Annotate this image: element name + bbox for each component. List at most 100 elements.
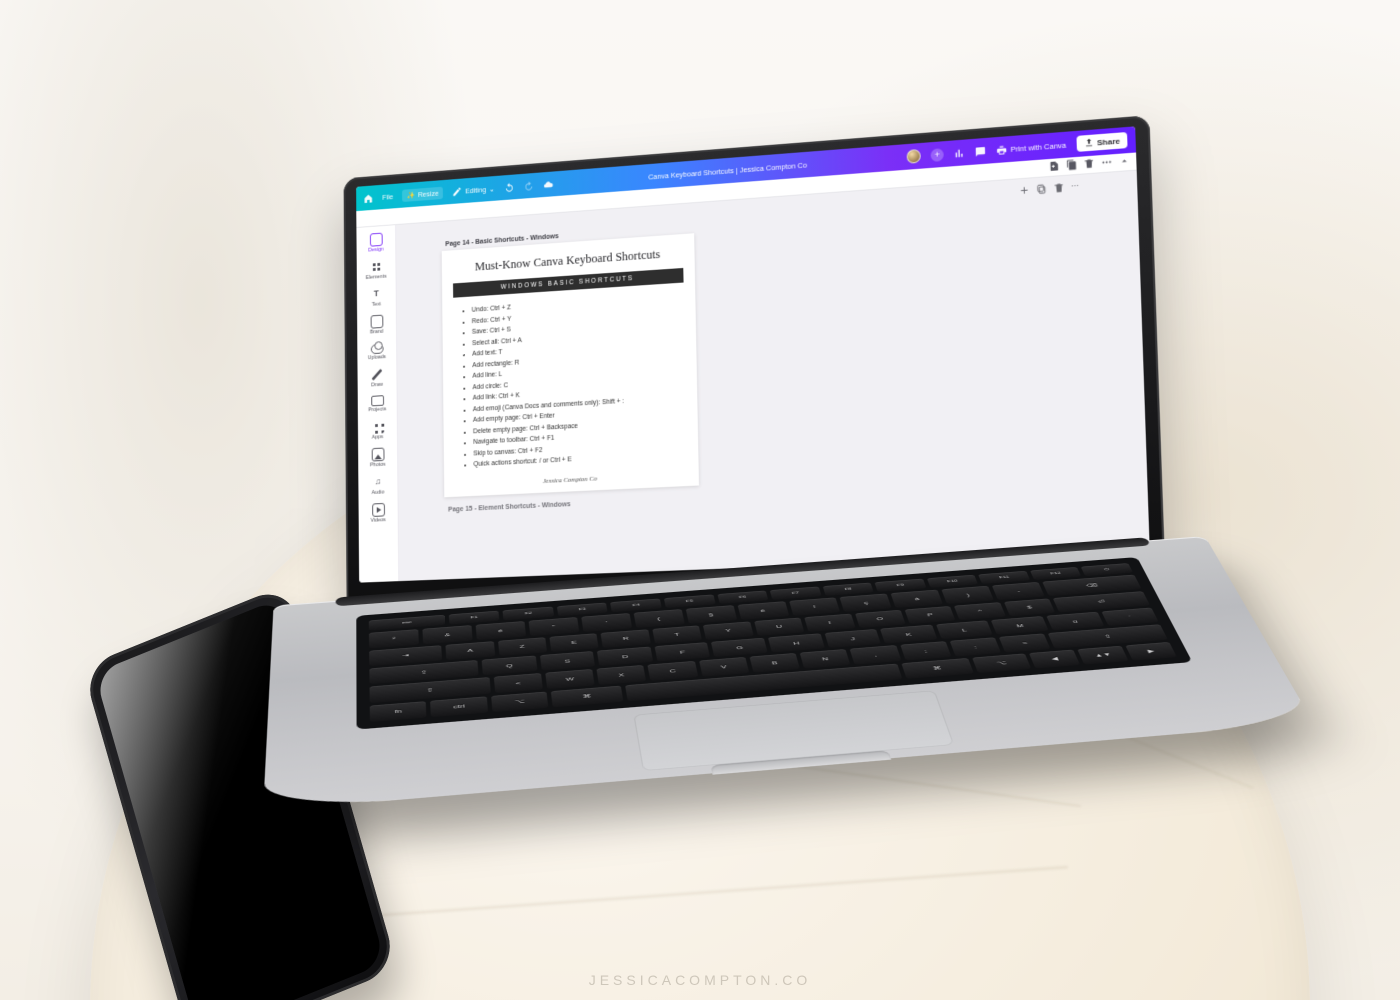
text-icon	[370, 287, 383, 301]
sidebar-item-photos[interactable]: Photos	[358, 444, 397, 472]
sidebar-item-label: Draw	[371, 382, 383, 388]
page-tool-duplicate[interactable]	[1036, 183, 1048, 197]
print-with-canva-button[interactable]: Print with Canva	[996, 139, 1066, 155]
keyboard-key: E	[549, 633, 599, 652]
editing-menu[interactable]: Editing ⌄	[452, 183, 494, 197]
sidebar-item-brand[interactable]: Brand	[357, 311, 396, 339]
page-tool-more[interactable]: ⋯	[1071, 181, 1080, 195]
sidebar-item-apps[interactable]: Apps	[358, 416, 397, 444]
keyboard-key: !	[789, 598, 841, 616]
sidebar-item-label: Photos	[370, 462, 386, 468]
sidebar-item-draw[interactable]: Draw	[357, 364, 396, 392]
keyboard-key: J	[824, 629, 881, 648]
image-watermark: JESSICACOMPTON.CO	[0, 972, 1400, 988]
keyboard-key: <	[493, 673, 542, 693]
keyboard-key: N	[800, 649, 851, 668]
canvas-area[interactable]: ⋯ Page 14 - Basic Shortcuts - Windows Mu…	[396, 171, 1150, 582]
page-tool-delete[interactable]	[1053, 182, 1065, 196]
keyboard-key: ç	[840, 594, 892, 612]
resize-button[interactable]: ✨ Resize	[402, 186, 443, 201]
keyboard-key: ²	[369, 629, 419, 648]
share-button[interactable]: Share	[1076, 132, 1127, 152]
resize-label: Resize	[418, 188, 439, 198]
comment-icon	[975, 145, 986, 157]
add-collaborator-button[interactable]: +	[931, 148, 944, 162]
keyboard-key: O	[854, 610, 905, 628]
user-avatar[interactable]	[907, 149, 921, 164]
keyboard-key: ù	[1046, 612, 1104, 631]
chevron-down-icon: ⌄	[489, 184, 495, 193]
keyboard-key: ;	[900, 641, 951, 660]
design-icon	[369, 233, 382, 247]
keyboard-key: =	[999, 634, 1051, 653]
sidebar-item-videos[interactable]: Videos	[359, 499, 398, 527]
file-menu[interactable]: File	[382, 192, 393, 201]
keyboard-key: W	[545, 669, 595, 689]
sidebar-item-projects[interactable]: Projects	[358, 392, 397, 417]
keyboard-key: ◀	[1029, 649, 1080, 668]
page-delete-button[interactable]	[1083, 158, 1095, 172]
keyboard-key: L	[936, 620, 993, 639]
keyboard-key: C	[648, 661, 698, 680]
keyboard-key: è	[737, 602, 789, 620]
keyboard-key: P	[904, 606, 955, 624]
keyboard-key: ⌘	[901, 658, 974, 679]
keyboard-key: ⌥	[972, 653, 1032, 673]
redo-button[interactable]	[523, 180, 533, 191]
draw-icon	[372, 369, 383, 381]
sidebar-item-label: Audio	[372, 490, 385, 496]
keyboard-key: F10	[927, 575, 979, 588]
keyboard-key: A	[446, 641, 495, 660]
sidebar-item-label: Design	[368, 247, 383, 254]
sidebar-item-text[interactable]: Text	[357, 284, 396, 312]
page-duplicate-button[interactable]	[1066, 159, 1078, 173]
sidebar-item-audio[interactable]: Audio	[358, 472, 397, 500]
photos-icon	[371, 448, 384, 462]
keyboard-key: fn	[370, 701, 427, 722]
keyboard-key: H	[768, 633, 825, 652]
keyboard-key: Z	[498, 637, 547, 656]
sidebar-item-elements[interactable]: Elements	[357, 256, 396, 284]
sidebar-item-label: Apps	[372, 434, 383, 440]
keyboard-key: `	[1101, 608, 1159, 627]
keyboard-key: ▲▼	[1077, 646, 1128, 665]
keyboard-key: F3	[557, 603, 608, 617]
duplicate-icon	[1066, 159, 1078, 171]
keyboard-key: B	[749, 653, 800, 672]
page-expand-button[interactable]	[1118, 155, 1130, 169]
keyboard-key: T	[652, 625, 702, 644]
keyboard-key: "	[528, 617, 579, 636]
undo-button[interactable]	[504, 182, 514, 193]
keyboard-key: Q	[482, 656, 537, 676]
videos-icon	[372, 503, 385, 517]
keyboard-key: '	[581, 613, 632, 632]
sidebar-item-label: Projects	[368, 406, 386, 413]
print-label: Print with Canva	[1010, 140, 1066, 153]
keyboard-key: é	[476, 621, 526, 640]
keyboard-key: ^	[954, 602, 1006, 620]
keyboard-key: F4	[610, 599, 661, 613]
keyboard-key: (	[633, 609, 684, 627]
insights-button[interactable]	[954, 147, 965, 159]
page-tool-add[interactable]	[1019, 184, 1031, 198]
chevron-up-icon	[1118, 155, 1130, 167]
keyboard-key: F11	[978, 571, 1030, 584]
sidebar-item-design[interactable]: Design	[356, 229, 395, 257]
redo-icon	[523, 180, 533, 191]
home-button[interactable]	[363, 193, 373, 204]
page-more-button[interactable]	[1101, 156, 1113, 170]
uploads-icon	[370, 344, 383, 354]
home-icon	[363, 193, 373, 204]
page-add-button[interactable]	[1048, 160, 1060, 174]
laptop-screen: File ✨ Resize Editing ⌄	[356, 126, 1150, 582]
keyboard-key: F5	[664, 595, 715, 609]
cloud-sync-icon	[543, 179, 553, 190]
keyboard-key: F8	[822, 583, 874, 597]
keyboard-key: ⏻	[1081, 563, 1133, 576]
keyboard-key: F7	[770, 587, 822, 601]
document-page[interactable]: Must-Know Canva Keyboard Shortcuts WINDO…	[442, 233, 699, 497]
comment-button[interactable]	[975, 145, 986, 157]
keyboard-key: §	[685, 605, 736, 623]
keyboard-key: K	[880, 625, 937, 644]
sidebar-item-uploads[interactable]: Uploads	[357, 338, 396, 364]
